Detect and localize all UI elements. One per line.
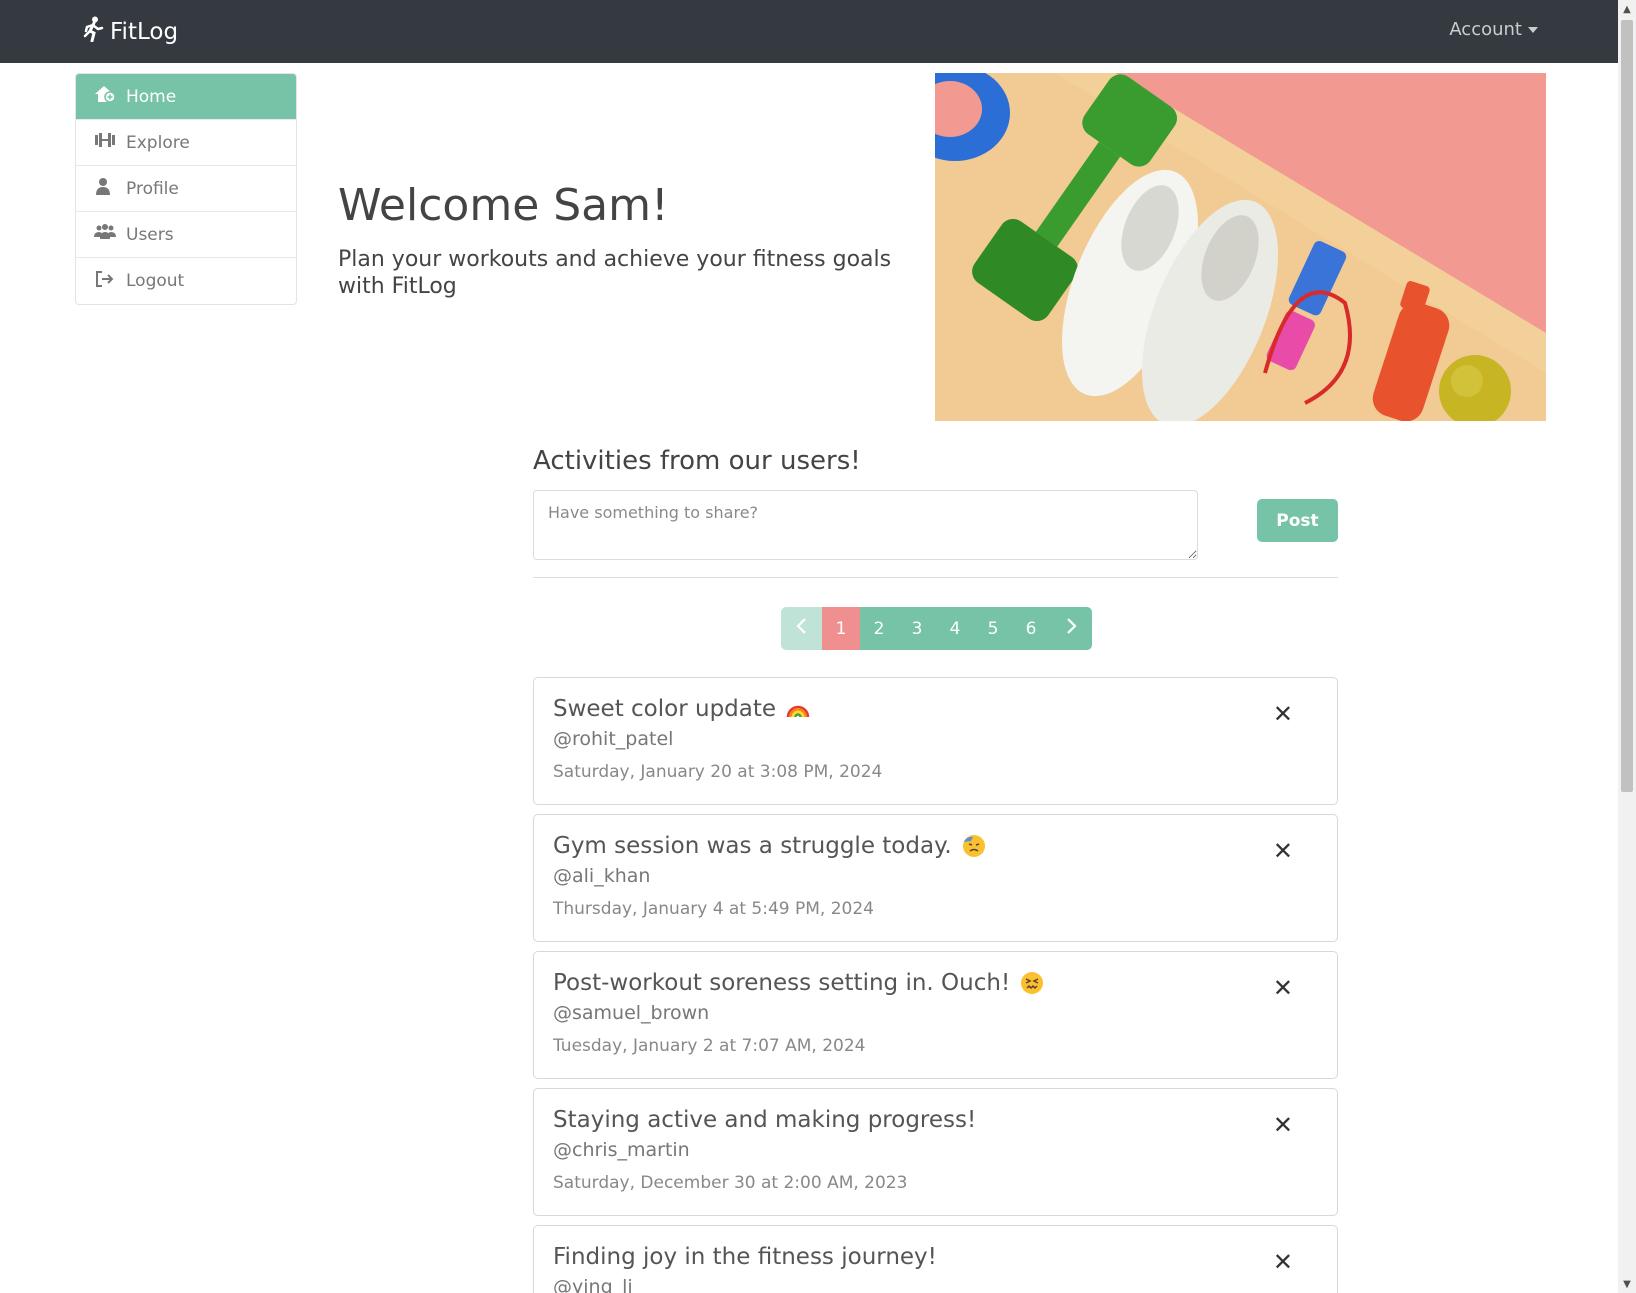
- home-icon: [94, 84, 116, 109]
- post-title-text: Finding joy in the fitness journey!: [553, 1244, 937, 1270]
- activity-post: Finding joy in the fitness journey! @yin…: [533, 1225, 1338, 1293]
- activities-heading: Activities from our users!: [533, 446, 861, 476]
- page-button-1[interactable]: 1: [822, 607, 860, 650]
- page-scrollbar[interactable]: ▲ ▼: [1618, 0, 1636, 1293]
- post-title: Finding joy in the fitness journey!: [553, 1244, 937, 1270]
- page-button-2[interactable]: 2: [860, 607, 898, 650]
- page-button-6[interactable]: 6: [1012, 607, 1050, 650]
- rainbow-emoji-icon: [786, 697, 810, 721]
- sidebar-item-label: Profile: [126, 178, 179, 199]
- sidebar-item-logout[interactable]: Logout: [76, 258, 296, 304]
- scroll-down-icon[interactable]: ▼: [1618, 1275, 1636, 1293]
- post-title: Sweet color update: [553, 696, 810, 722]
- page-button-3[interactable]: 3: [898, 607, 936, 650]
- sidebar-item-explore[interactable]: Explore: [76, 120, 296, 166]
- share-input[interactable]: [533, 490, 1198, 560]
- divider: [533, 577, 1338, 578]
- welcome-subtitle: Plan your workouts and achieve your fitn…: [338, 247, 892, 299]
- post-button[interactable]: Post: [1257, 499, 1338, 542]
- scrollbar-thumb[interactable]: [1621, 20, 1633, 792]
- sidebar-item-profile[interactable]: Profile: [76, 166, 296, 212]
- close-icon[interactable]: ✕: [1273, 700, 1293, 728]
- scroll-up-icon[interactable]: ▲: [1618, 0, 1636, 18]
- sidebar-item-label: Home: [126, 86, 177, 107]
- chevron-right-icon: [1064, 617, 1078, 640]
- users-icon: [94, 222, 116, 247]
- sidebar-item-home[interactable]: Home: [76, 74, 296, 120]
- close-icon[interactable]: ✕: [1273, 837, 1293, 865]
- post-title: Staying active and making progress!: [553, 1107, 976, 1133]
- activity-post: Sweet color update @rohit_patel Saturday…: [533, 677, 1338, 805]
- post-username[interactable]: @samuel_brown: [553, 1002, 709, 1024]
- post-date: Tuesday, January 2 at 7:07 AM, 2024: [553, 1036, 866, 1056]
- activity-post: Post-workout soreness setting in. Ouch! …: [533, 951, 1338, 1079]
- page-button-4[interactable]: 4: [936, 607, 974, 650]
- next-page-button[interactable]: [1050, 607, 1092, 650]
- sidebar-item-label: Users: [126, 224, 174, 245]
- account-dropdown[interactable]: Account: [1449, 19, 1538, 40]
- post-title-text: Staying active and making progress!: [553, 1107, 977, 1133]
- post-title-text: Gym session was a struggle today.: [553, 833, 952, 859]
- post-username[interactable]: @ying_li: [553, 1276, 633, 1293]
- logout-icon: [94, 269, 116, 294]
- downcast-sweat-emoji-icon: [962, 834, 986, 858]
- caret-down-icon: [1528, 26, 1538, 33]
- runner-icon: [82, 16, 104, 48]
- page-button-5[interactable]: 5: [974, 607, 1012, 650]
- post-title: Gym session was a struggle today.: [553, 833, 986, 859]
- pagination: 1 2 3 4 5 6: [781, 607, 1092, 650]
- post-title-text: Sweet color update: [553, 696, 777, 722]
- user-icon: [94, 176, 116, 201]
- welcome-heading: Welcome Sam!: [338, 180, 669, 231]
- previous-page-button[interactable]: [781, 607, 822, 650]
- sidebar-item-label: Logout: [126, 271, 185, 291]
- close-icon[interactable]: ✕: [1273, 1248, 1293, 1276]
- chevron-left-icon: [795, 617, 809, 640]
- brand-name: FitLog: [110, 19, 179, 45]
- sidebar-item-users[interactable]: Users: [76, 212, 296, 258]
- activity-post: Gym session was a struggle today. @ali_k…: [533, 814, 1338, 942]
- post-title-text: Post-workout soreness setting in. Ouch!: [553, 970, 1011, 996]
- sidebar-nav: Home Explore Profile Users Logout: [75, 73, 297, 305]
- post-title: Post-workout soreness setting in. Ouch!: [553, 970, 1044, 996]
- close-icon[interactable]: ✕: [1273, 974, 1293, 1002]
- post-date: Saturday, December 30 at 2:00 AM, 2023: [553, 1173, 908, 1193]
- activity-post: Staying active and making progress! @chr…: [533, 1088, 1338, 1216]
- brand-link[interactable]: FitLog: [82, 15, 178, 49]
- close-icon[interactable]: ✕: [1273, 1111, 1293, 1139]
- confounded-emoji-icon: [1020, 971, 1044, 995]
- post-date: Saturday, January 20 at 3:08 PM, 2024: [553, 762, 883, 782]
- dumbbell-icon: [94, 130, 116, 155]
- post-username[interactable]: @ali_khan: [553, 865, 650, 887]
- sidebar-item-label: Explore: [126, 132, 190, 153]
- top-navbar: FitLog Account: [0, 0, 1618, 63]
- post-date: Thursday, January 4 at 5:49 PM, 2024: [553, 899, 874, 919]
- post-username[interactable]: @rohit_patel: [553, 728, 673, 750]
- fitness-hero-image: [935, 73, 1546, 421]
- post-username[interactable]: @chris_martin: [553, 1139, 690, 1161]
- account-label: Account: [1449, 19, 1522, 40]
